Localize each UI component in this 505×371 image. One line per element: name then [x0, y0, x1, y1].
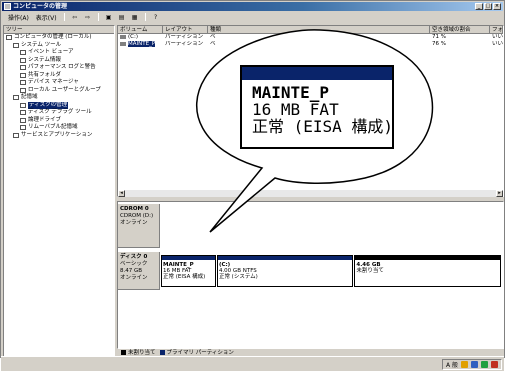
- zoomed-partition-bar: [242, 67, 392, 80]
- zoomed-partition-status: 正常 (EISA 構成): [252, 117, 394, 136]
- callout-bubble: [196, 29, 434, 233]
- zoomed-partition: MAINTE_P 16 MB FAT 正常 (EISA 構成): [240, 65, 394, 149]
- zoomed-partition-size: 16 MB FAT: [252, 100, 339, 119]
- zoomed-partition-name: MAINTE_P: [252, 83, 330, 102]
